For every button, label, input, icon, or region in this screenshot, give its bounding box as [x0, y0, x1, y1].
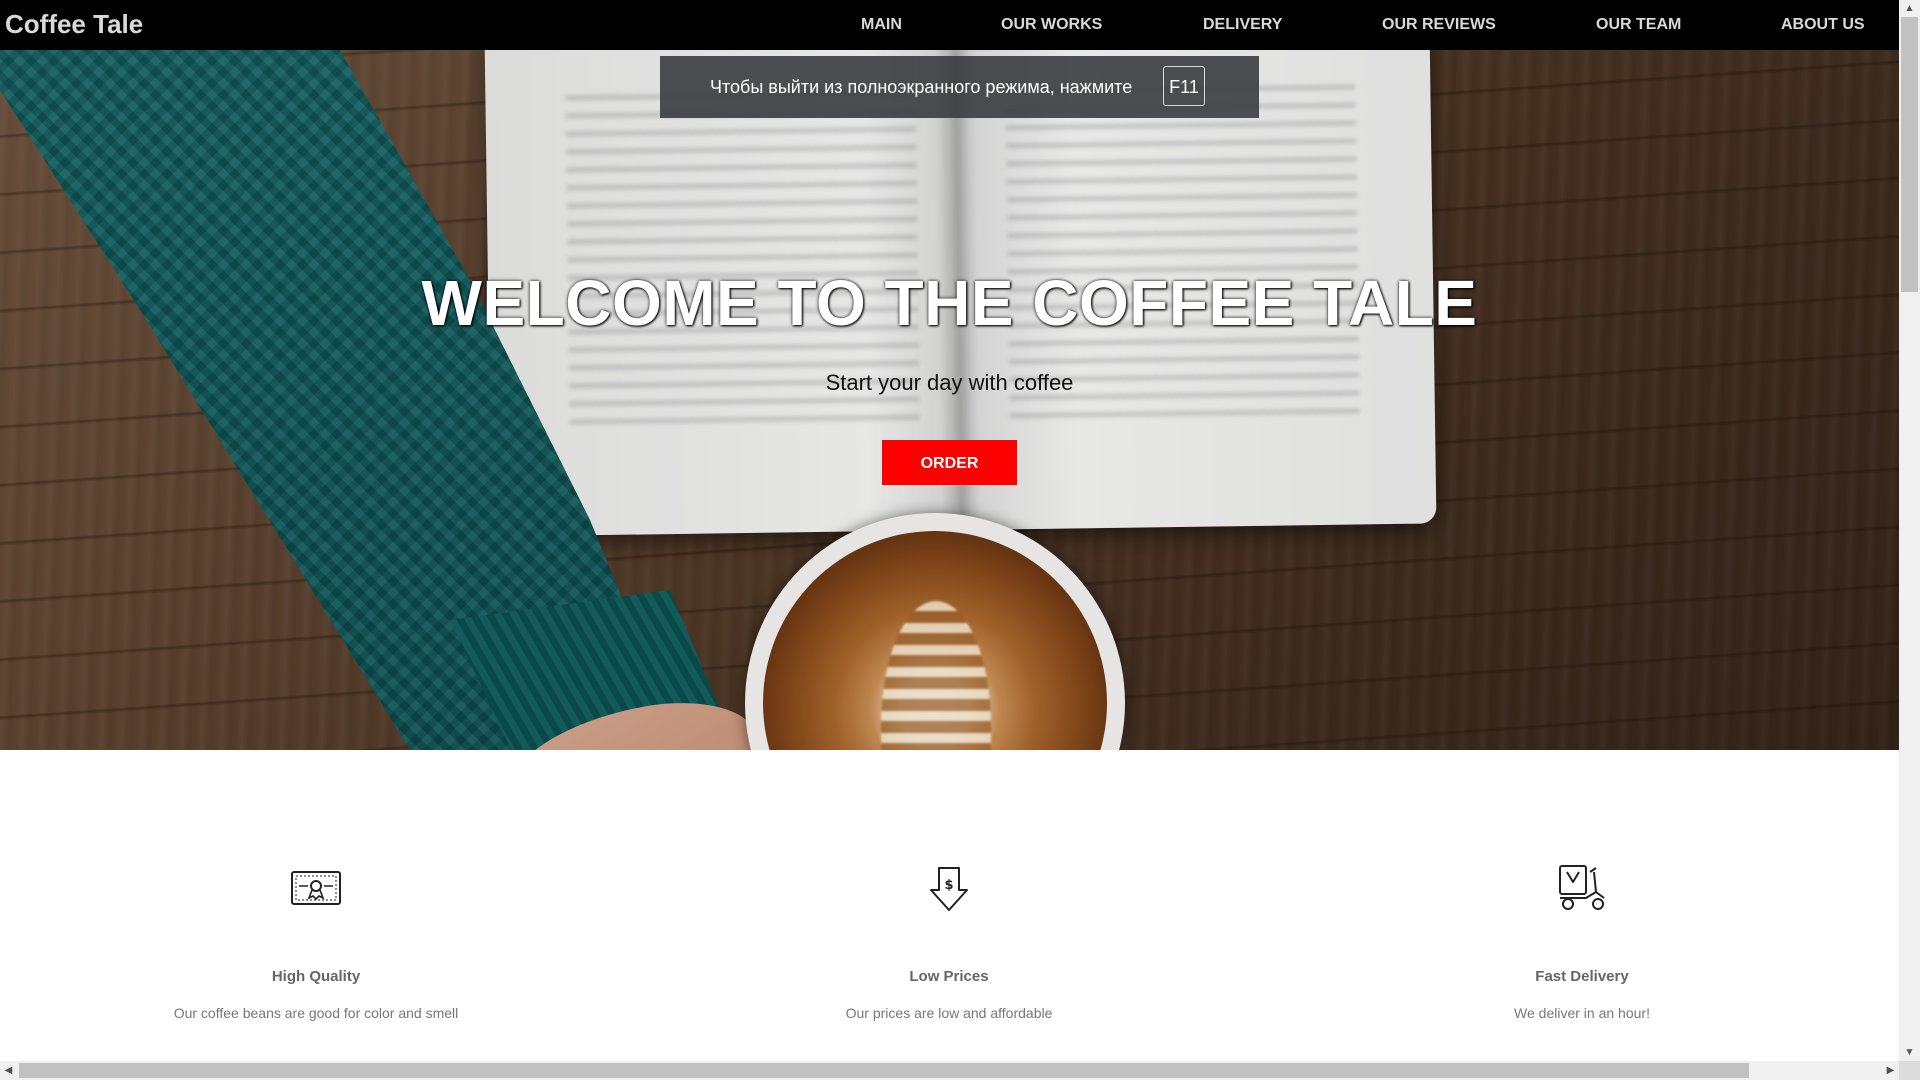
- scroll-up-arrow-icon[interactable]: ▲: [1899, 0, 1920, 17]
- feature-title: Low Prices: [909, 968, 989, 985]
- page: Coffee Tale MAIN OUR WORKS DELIVERY OUR …: [0, 0, 1899, 1061]
- feature-title: High Quality: [271, 968, 361, 985]
- feature-fast-delivery: Fast Delivery We deliver in an hour!: [1266, 862, 1898, 1021]
- scroll-right-arrow-icon[interactable]: ▶: [1882, 1061, 1899, 1080]
- nav-item-main[interactable]: MAIN: [861, 0, 902, 50]
- brand-logo[interactable]: Coffee Tale: [5, 0, 143, 50]
- feature-description: Our prices are low and affordable: [845, 1005, 1053, 1021]
- nav-item-our-works[interactable]: OUR WORKS: [1001, 0, 1102, 50]
- fullscreen-toast-message: Чтобы выйти из полноэкранного режима, на…: [710, 77, 1133, 97]
- feature-low-prices: $ Low Prices Our prices are low and affo…: [633, 862, 1265, 1021]
- vertical-scrollbar-thumb[interactable]: [1901, 17, 1918, 292]
- hero-title: WELCOME TO THE COFFEE TALE: [421, 267, 1478, 339]
- vertical-scrollbar[interactable]: ▲ ▼: [1899, 0, 1920, 1061]
- hero-subtitle: Start your day with coffee: [825, 370, 1074, 395]
- feature-high-quality: High Quality Our coffee beans are good f…: [0, 862, 632, 1021]
- nav-item-our-reviews[interactable]: OUR REVIEWS: [1382, 0, 1496, 50]
- navbar: Coffee Tale MAIN OUR WORKS DELIVERY OUR …: [0, 0, 1899, 50]
- horizontal-scrollbar-thumb[interactable]: [19, 1063, 1749, 1078]
- scrollbar-corner: [1899, 1061, 1920, 1080]
- nav-item-delivery[interactable]: DELIVERY: [1203, 0, 1282, 50]
- feature-title: Fast Delivery: [1535, 968, 1629, 985]
- feature-description: We deliver in an hour!: [1514, 1005, 1650, 1021]
- scroll-left-arrow-icon[interactable]: ◀: [0, 1061, 17, 1080]
- svg-text:$: $: [944, 878, 953, 893]
- scroll-down-arrow-icon[interactable]: ▼: [1899, 1044, 1920, 1061]
- certificate-icon: [291, 871, 341, 905]
- price-down-icon: $: [930, 867, 968, 911]
- hero-section: WELCOME TO THE COFFEE TALE Start your da…: [0, 50, 1899, 750]
- horizontal-scrollbar[interactable]: ◀ ▶: [0, 1061, 1899, 1080]
- delivery-scooter-icon: [1559, 865, 1605, 910]
- fullscreen-toast-key: F11: [1163, 66, 1205, 106]
- feature-description: Our coffee beans are good for color and …: [173, 1005, 459, 1021]
- fullscreen-toast: Чтобы выйти из полноэкранного режима, на…: [660, 56, 1259, 118]
- nav-item-about-us[interactable]: ABOUT US: [1781, 0, 1865, 50]
- nav-item-our-team[interactable]: OUR TEAM: [1596, 0, 1681, 50]
- order-button[interactable]: ORDER: [882, 440, 1017, 485]
